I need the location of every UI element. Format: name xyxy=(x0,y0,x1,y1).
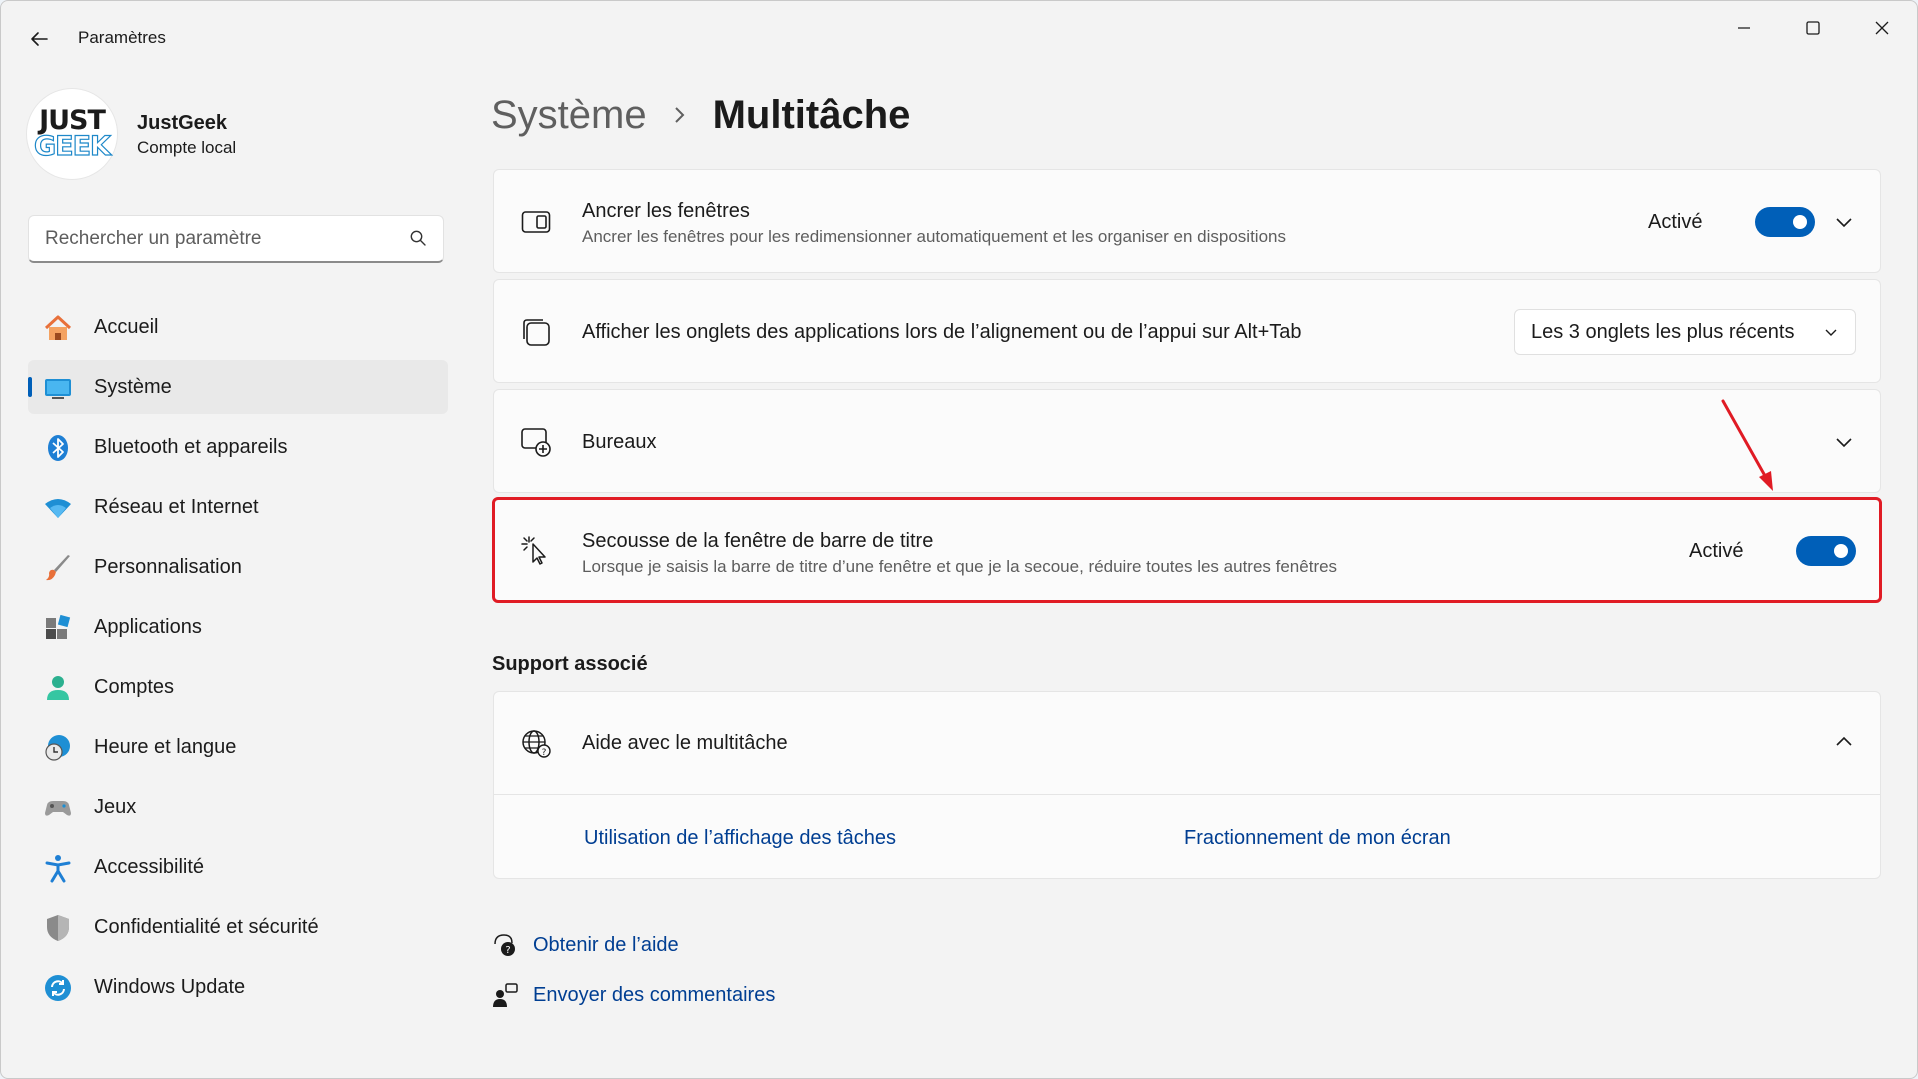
sidebar-item-label: Réseau et Internet xyxy=(94,495,259,518)
snap-toggle[interactable] xyxy=(1755,207,1815,237)
account-icon xyxy=(42,672,74,704)
alt-tab-card: Afficher les onglets des applications lo… xyxy=(493,279,1881,383)
sidebar-item-label: Heure et langue xyxy=(94,735,237,758)
sidebar-item-label: Applications xyxy=(94,615,202,638)
snap-windows-card[interactable]: Ancrer les fenêtres Ancrer les fenêtres … xyxy=(493,169,1881,273)
sidebar-item-applications[interactable]: Applications xyxy=(28,600,448,654)
sidebar-item-label: Accueil xyxy=(94,315,159,338)
split-screen-link[interactable]: Fractionnement de mon écran xyxy=(1184,827,1451,850)
sidebar-item-bluetooth[interactable]: Bluetooth et appareils xyxy=(28,420,448,474)
dropdown-value: Les 3 onglets les plus récents xyxy=(1531,321,1795,343)
alt-tab-dropdown[interactable]: Les 3 onglets les plus récents xyxy=(1514,309,1856,355)
clock-globe-icon xyxy=(42,732,74,764)
minimize-button[interactable] xyxy=(1721,11,1767,45)
apps-icon xyxy=(42,612,74,644)
breadcrumb: Système Multitâche xyxy=(491,87,910,143)
feedback-row: Envoyer des commentaires xyxy=(491,979,775,1011)
get-help-link[interactable]: Obtenir de l’aide xyxy=(533,934,679,957)
shield-icon xyxy=(42,912,74,944)
svg-text:?: ? xyxy=(542,748,547,758)
brush-icon xyxy=(42,552,74,584)
sidebar-item-accessibilite[interactable]: Accessibilité xyxy=(28,840,448,894)
logo-text-bottom: GEEK xyxy=(33,131,111,162)
search-box xyxy=(28,215,444,263)
minimize-icon xyxy=(1738,27,1750,29)
svg-text:?: ? xyxy=(505,945,510,956)
desktops-card[interactable]: Bureaux xyxy=(493,389,1881,493)
globe-icon: ? xyxy=(520,727,552,759)
task-view-link[interactable]: Utilisation de l’affichage des tâches xyxy=(584,827,896,850)
home-icon xyxy=(42,312,74,344)
account-type: Compte local xyxy=(137,138,237,157)
snap-windows-title: Ancrer les fenêtres xyxy=(582,200,750,222)
snap-status-label: Activé xyxy=(1648,211,1703,233)
sidebar-item-label: Accessibilité xyxy=(94,855,205,878)
close-icon xyxy=(1875,21,1889,35)
help-header[interactable]: ? Aide avec le multitâche xyxy=(494,692,1880,794)
chevron-up-icon[interactable] xyxy=(1832,730,1856,754)
sidebar-item-jeux[interactable]: Jeux xyxy=(28,780,448,834)
back-arrow-icon xyxy=(31,32,48,46)
snap-windows-description: Ancrer les fenêtres pour les redimension… xyxy=(582,227,1286,246)
sidebar-item-label: Bluetooth et appareils xyxy=(94,435,288,458)
desktops-title: Bureaux xyxy=(582,431,657,453)
bluetooth-icon xyxy=(42,432,74,464)
chevron-down-icon xyxy=(1823,322,1839,347)
maximize-icon xyxy=(1806,21,1820,35)
multitasking-help-card: ? Aide avec le multitâche Utilisation de… xyxy=(493,691,1881,879)
sidebar-item-label: Windows Update xyxy=(94,975,246,998)
sidebar-item-label: Confidentialité et sécurité xyxy=(94,915,319,938)
user-profile: JUST GEEK JustGeek Compte local xyxy=(27,89,447,179)
divider xyxy=(494,794,1880,795)
search-input[interactable] xyxy=(43,216,407,262)
sidebar-nav: Accueil Système Bluetooth et appareils R… xyxy=(28,300,448,1020)
annotation-arrow xyxy=(1721,399,1773,491)
sidebar-item-label: Jeux xyxy=(94,795,137,818)
close-button[interactable] xyxy=(1859,11,1905,45)
sidebar-item-heure[interactable]: Heure et langue xyxy=(28,720,448,774)
feedback-icon xyxy=(491,981,519,1009)
sidebar-item-accueil[interactable]: Accueil xyxy=(28,300,448,354)
back-button[interactable] xyxy=(23,23,55,55)
user-name: JustGeek xyxy=(137,112,228,134)
get-help-row: ? Obtenir de l’aide xyxy=(491,929,679,961)
sidebar-item-personnalisation[interactable]: Personnalisation xyxy=(28,540,448,594)
search-icon[interactable] xyxy=(409,229,427,252)
chevron-right-icon xyxy=(673,105,687,125)
alt-tab-title: Afficher les onglets des applications lo… xyxy=(582,321,1302,343)
accessibility-icon xyxy=(42,852,74,884)
section-title: Support associé xyxy=(492,653,648,675)
gamepad-icon xyxy=(42,792,74,824)
update-icon xyxy=(42,972,74,1004)
system-icon xyxy=(42,372,74,404)
page-title: Multitâche xyxy=(712,92,911,137)
tabs-icon xyxy=(520,316,552,348)
feedback-link[interactable]: Envoyer des commentaires xyxy=(533,984,775,1007)
sidebar-item-label: Personnalisation xyxy=(94,555,242,578)
title-bar: Paramètres xyxy=(1,1,1917,73)
maximize-button[interactable] xyxy=(1790,11,1836,45)
sidebar-item-confidentialite[interactable]: Confidentialité et sécurité xyxy=(28,900,448,954)
sidebar-item-comptes[interactable]: Comptes xyxy=(28,660,448,714)
sidebar-item-systeme[interactable]: Système xyxy=(28,360,448,414)
get-help-icon: ? xyxy=(491,931,519,959)
virtual-desktop-icon xyxy=(520,426,552,458)
app-title: Paramètres xyxy=(78,28,166,47)
breadcrumb-parent[interactable]: Système xyxy=(491,93,647,138)
avatar[interactable]: JUST GEEK xyxy=(27,89,117,179)
settings-window: Paramètres JUST GEEK JustGeek Compte loc… xyxy=(0,0,1918,1079)
snap-layout-icon xyxy=(520,206,552,238)
sidebar-item-windows-update[interactable]: Windows Update xyxy=(28,960,448,1014)
highlight-box xyxy=(492,497,1882,603)
sidebar-item-label: Comptes xyxy=(94,675,175,698)
help-title: Aide avec le multitâche xyxy=(582,732,788,754)
wifi-icon xyxy=(42,492,74,524)
sidebar-item-label: Système xyxy=(94,375,172,398)
chevron-down-icon[interactable] xyxy=(1832,430,1856,454)
chevron-down-icon[interactable] xyxy=(1832,210,1856,234)
sidebar-item-reseau[interactable]: Réseau et Internet xyxy=(28,480,448,534)
